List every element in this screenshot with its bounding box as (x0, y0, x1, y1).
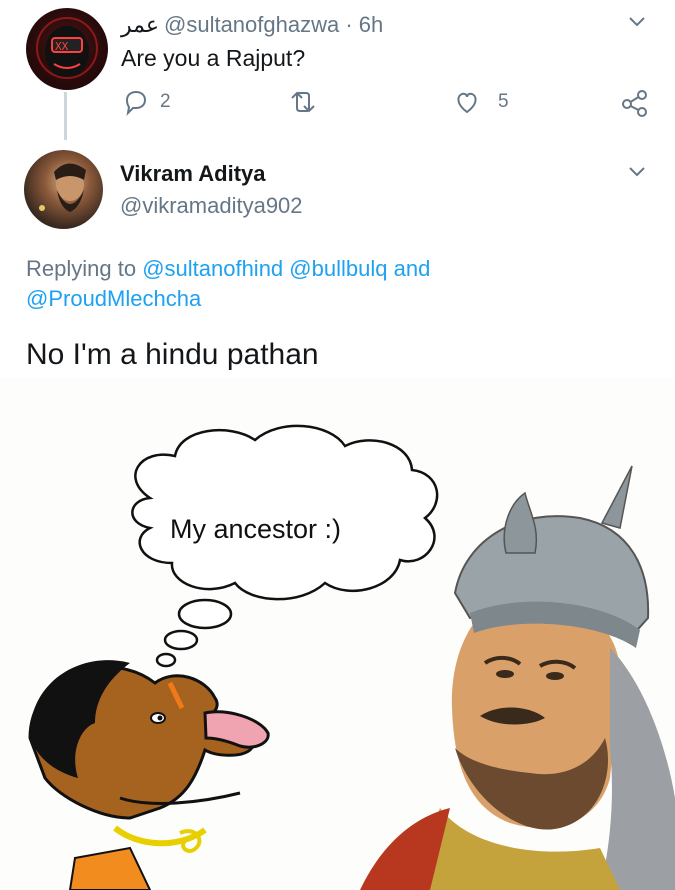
tweet2-display-name[interactable]: Vikram Aditya (120, 161, 266, 187)
reply-count: 2 (160, 91, 171, 112)
replying-to-line-2: @ProudMlechcha (26, 286, 201, 312)
thought-bubble-text: My ancestor :) (170, 514, 342, 544)
avatar-vikramaditya902[interactable] (24, 150, 103, 229)
bearded-man-avatar-art (39, 163, 86, 212)
like-icon[interactable] (453, 88, 481, 116)
mention-proudmlechcha[interactable]: @ProudMlechcha (26, 286, 201, 311)
avatar-sultanofghazwa[interactable]: XX (26, 8, 108, 90)
mention-bullbulq[interactable]: @bullbulq (289, 256, 387, 281)
thread-connector-line (64, 92, 67, 140)
tweet2-text: No I'm a hindu pathan (26, 338, 319, 371)
replying-to-line: Replying to @sultanofhind @bullbulq and (26, 256, 430, 282)
meme-illustration (28, 424, 675, 890)
svg-text:XX: XX (55, 40, 69, 53)
like-count: 5 (498, 91, 509, 112)
tweet2-handle[interactable]: @vikramaditya902 (120, 193, 303, 219)
meme-image[interactable]: My ancestor :) (0, 378, 675, 890)
tweet1-handle-time[interactable]: @sultanofghazwa · 6h (164, 12, 383, 38)
replying-to-prefix: Replying to (26, 256, 143, 281)
reply-icon[interactable] (121, 88, 149, 116)
share-icon[interactable] (620, 88, 650, 118)
tweet1-text: Are you a Rajput? (121, 45, 306, 71)
replying-to-and: and (387, 256, 431, 281)
retweet-icon[interactable] (286, 88, 320, 116)
tweet1-display-name[interactable]: عمر (121, 12, 159, 38)
masked-face-avatar-art: XX (36, 17, 98, 79)
chevron-down-icon[interactable] (626, 10, 648, 32)
chevron-down-icon[interactable] (626, 160, 648, 182)
mention-sultanofhind[interactable]: @sultanofhind (142, 256, 283, 281)
